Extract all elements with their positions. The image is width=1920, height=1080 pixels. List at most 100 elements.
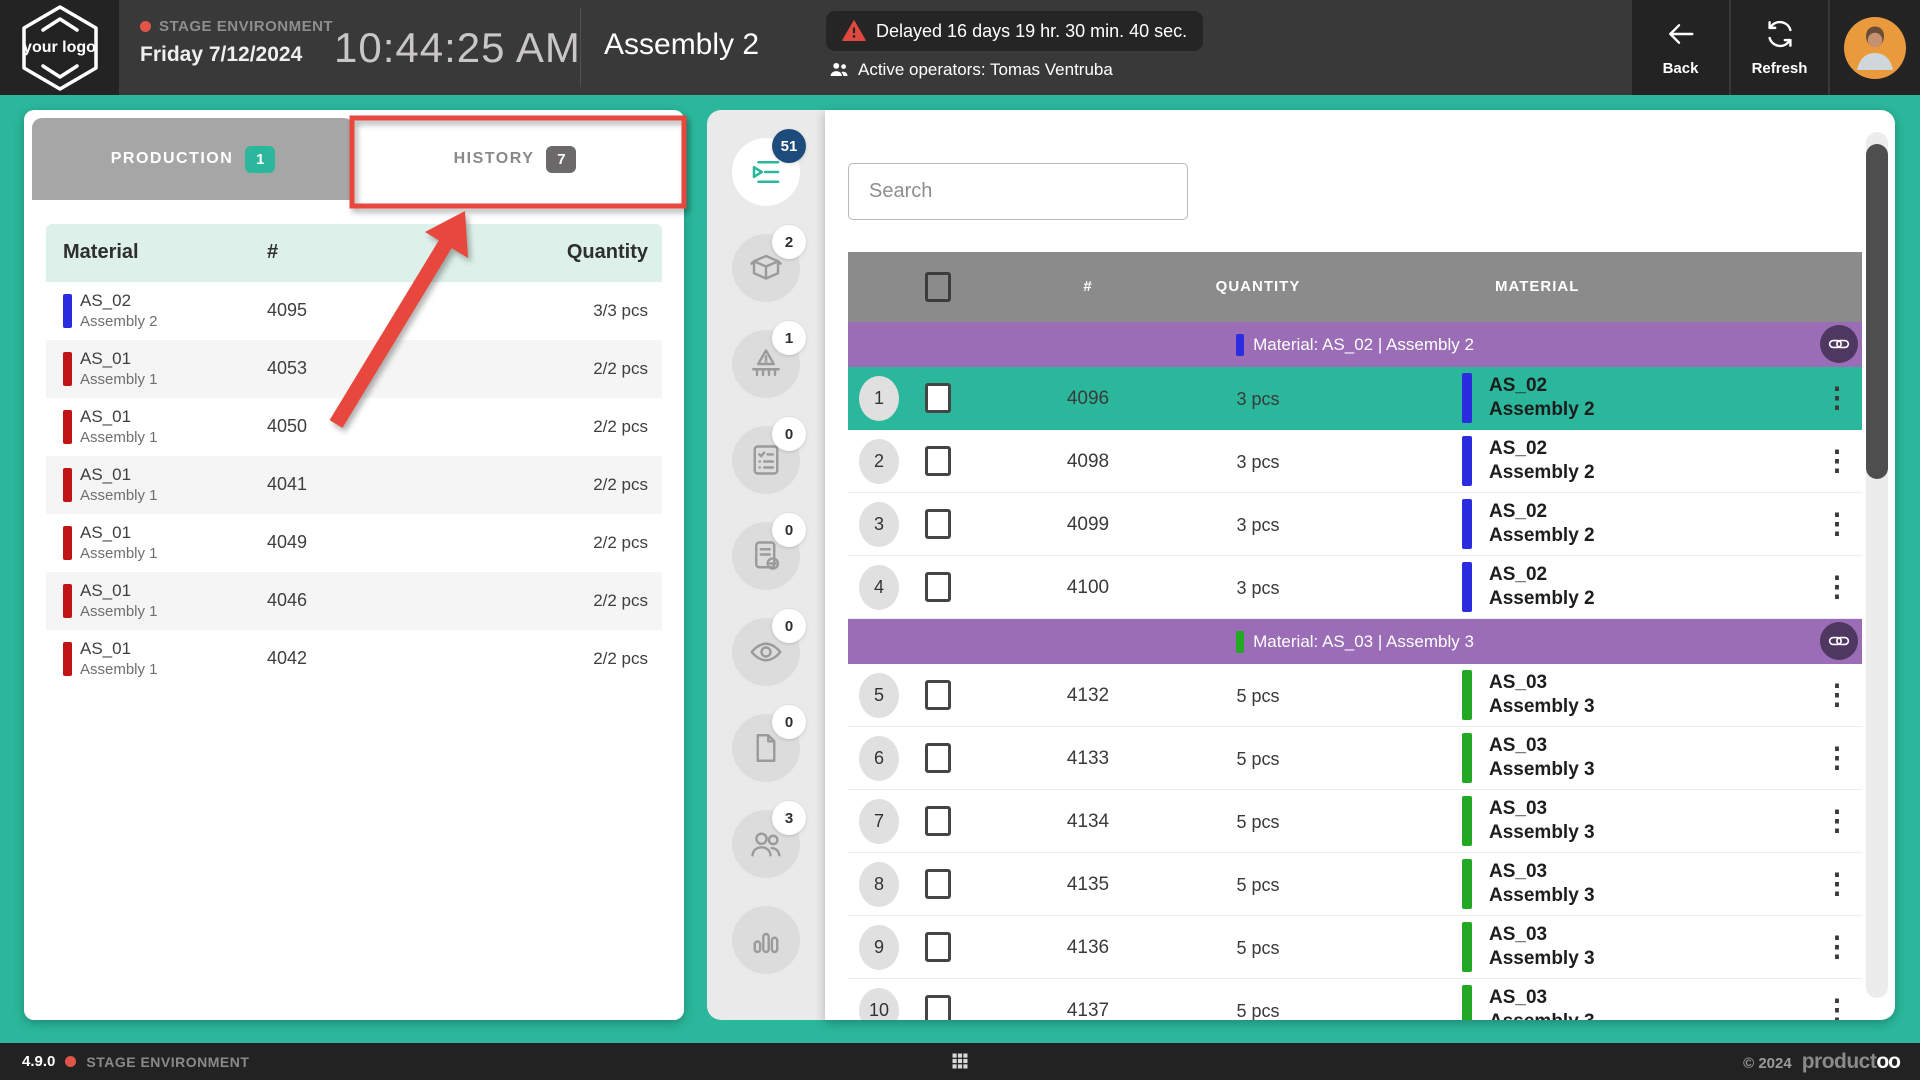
group-label-text: Material: AS_02 | Assembly 2 <box>1253 335 1474 355</box>
left-table-row[interactable]: AS_01 Assembly 1 4050 2/2 pcs <box>46 398 662 456</box>
order-row[interactable]: 5 4132 5 pcs AS_03 Assembly 3 ⋮ <box>848 664 1862 727</box>
order-quantity: 5 pcs <box>1208 686 1308 707</box>
order-quantity: 5 pcs <box>1208 1001 1308 1020</box>
row-index-badge: 1 <box>859 376 899 421</box>
row-checkbox[interactable] <box>925 680 951 710</box>
status-block: Delayed 16 days 19 hr. 30 min. 40 sec. A… <box>826 11 1203 81</box>
row-menu-button[interactable]: ⋮ <box>1823 866 1851 902</box>
order-material: AS_02 <box>1489 500 1595 524</box>
left-row-material: AS_01 <box>80 639 131 659</box>
left-row-variant: Assembly 1 <box>80 661 158 678</box>
tab-history-label: HISTORY <box>454 150 535 168</box>
order-row[interactable]: 4 4100 3 pcs AS_02 Assembly 2 ⋮ <box>848 556 1862 619</box>
row-menu-button[interactable]: ⋮ <box>1823 677 1851 713</box>
row-menu-button[interactable]: ⋮ <box>1823 929 1851 965</box>
row-menu-button[interactable]: ⋮ <box>1823 380 1851 416</box>
link-icon <box>1828 630 1850 652</box>
left-table-row[interactable]: AS_01 Assembly 1 4041 2/2 pcs <box>46 456 662 514</box>
row-menu-button[interactable]: ⋮ <box>1823 740 1851 776</box>
rail-item-stats[interactable] <box>732 906 800 974</box>
user-avatar[interactable] <box>1830 0 1920 95</box>
row-checkbox[interactable] <box>925 572 951 602</box>
row-index-badge: 9 <box>859 925 899 970</box>
back-button[interactable]: Back <box>1632 0 1729 95</box>
rail-item-document[interactable]: 0 <box>732 714 800 782</box>
rail-item-package[interactable]: 2 <box>732 234 800 302</box>
orders-table-header: # QUANTITY MATERIAL <box>848 252 1862 322</box>
left-row-variant: Assembly 1 <box>80 429 158 446</box>
order-row[interactable]: 8 4135 5 pcs AS_03 Assembly 3 ⋮ <box>848 853 1862 916</box>
order-variant: Assembly 3 <box>1489 821 1595 845</box>
environment-block: STAGE ENVIRONMENT Friday 7/12/2024 <box>140 18 333 67</box>
left-table-body: AS_02 Assembly 2 4095 3/3 pcs AS_01 Asse… <box>46 282 662 688</box>
rail-item-badge: 0 <box>772 513 806 547</box>
group-label-text: Material: AS_03 | Assembly 3 <box>1253 632 1474 652</box>
apps-grid-button[interactable] <box>950 1051 970 1076</box>
icon-rail: 51 2 1 0 0 0 0 3 <box>707 110 825 1020</box>
row-menu-button[interactable]: ⋮ <box>1823 569 1851 605</box>
row-checkbox[interactable] <box>925 383 951 413</box>
order-quantity: 5 pcs <box>1208 812 1308 833</box>
left-table-row[interactable]: AS_01 Assembly 1 4042 2/2 pcs <box>46 630 662 688</box>
order-row[interactable]: 10 4137 5 pcs AS_03 Assembly 3 ⋮ <box>848 979 1862 1020</box>
row-checkbox[interactable] <box>925 932 951 962</box>
copyright: © 2024 <box>1743 1055 1792 1072</box>
rail-item-document-sign[interactable]: 0 <box>732 522 800 590</box>
row-checkbox[interactable] <box>925 869 951 899</box>
tab-history[interactable]: HISTORY 7 <box>354 118 676 200</box>
left-table-row[interactable]: AS_01 Assembly 1 4053 2/2 pcs <box>46 340 662 398</box>
rail-item-production-queue[interactable]: 51 <box>732 138 800 206</box>
group-color-bar <box>1236 334 1244 356</box>
select-all-checkbox[interactable] <box>925 272 951 302</box>
left-row-qty: 2/2 pcs <box>593 475 648 495</box>
order-number: 4133 <box>1038 748 1138 770</box>
order-row[interactable]: 2 4098 3 pcs AS_02 Assembly 2 ⋮ <box>848 430 1862 493</box>
row-menu-button[interactable]: ⋮ <box>1823 992 1851 1020</box>
link-button[interactable] <box>1820 622 1858 660</box>
column-quantity: Quantity <box>567 241 648 264</box>
order-row[interactable]: 3 4099 3 pcs AS_02 Assembly 2 ⋮ <box>848 493 1862 556</box>
scrollbar-thumb[interactable] <box>1866 144 1888 479</box>
logo[interactable]: your logo <box>0 0 119 95</box>
row-checkbox[interactable] <box>925 806 951 836</box>
left-row-number: 4095 <box>267 300 307 321</box>
rail-item-team[interactable]: 3 <box>732 810 800 878</box>
left-table-row[interactable]: AS_01 Assembly 1 4046 2/2 pcs <box>46 572 662 630</box>
row-index-badge: 4 <box>859 565 899 610</box>
order-variant: Assembly 3 <box>1489 947 1595 971</box>
order-quantity: 3 pcs <box>1208 515 1308 536</box>
row-index-badge: 10 <box>859 988 899 1020</box>
row-menu-button[interactable]: ⋮ <box>1823 803 1851 839</box>
link-button[interactable] <box>1820 325 1858 363</box>
row-checkbox[interactable] <box>925 509 951 539</box>
row-menu-button[interactable]: ⋮ <box>1823 443 1851 479</box>
scrollbar <box>1866 132 1888 998</box>
tab-production[interactable]: PRODUCTION 1 <box>32 118 354 200</box>
left-table-row[interactable]: AS_02 Assembly 2 4095 3/3 pcs <box>46 282 662 340</box>
order-number: 4096 <box>1038 388 1138 410</box>
avatar-photo <box>1843 16 1907 80</box>
row-checkbox[interactable] <box>925 743 951 773</box>
orders-list: Material: AS_02 | Assembly 2 1 4096 3 pc… <box>848 322 1862 1020</box>
order-variant: Assembly 3 <box>1489 884 1595 908</box>
rail-item-fault-warning[interactable]: 1 <box>732 330 800 398</box>
refresh-button[interactable]: Refresh <box>1731 0 1828 95</box>
order-row[interactable]: 7 4134 5 pcs AS_03 Assembly 3 ⋮ <box>848 790 1862 853</box>
row-checkbox[interactable] <box>925 995 951 1020</box>
search-input[interactable] <box>848 163 1188 220</box>
left-row-material: AS_02 <box>80 291 131 311</box>
rail-item-checklist[interactable]: 0 <box>732 426 800 494</box>
rail-item-eye[interactable]: 0 <box>732 618 800 686</box>
row-menu-button[interactable]: ⋮ <box>1823 506 1851 542</box>
brand-block: © 2024 productoo <box>1743 1050 1900 1074</box>
order-row[interactable]: 9 4136 5 pcs AS_03 Assembly 3 ⋮ <box>848 916 1862 979</box>
left-table-row[interactable]: AS_01 Assembly 1 4049 2/2 pcs <box>46 514 662 572</box>
order-quantity: 5 pcs <box>1208 749 1308 770</box>
left-row-material: AS_01 <box>80 349 131 369</box>
order-row[interactable]: 1 4096 3 pcs AS_02 Assembly 2 ⋮ <box>848 367 1862 430</box>
order-row[interactable]: 6 4133 5 pcs AS_03 Assembly 3 ⋮ <box>848 727 1862 790</box>
order-number: 4100 <box>1038 577 1138 599</box>
material-color-bar <box>1462 373 1472 423</box>
order-variant: Assembly 3 <box>1489 695 1595 719</box>
row-checkbox[interactable] <box>925 446 951 476</box>
